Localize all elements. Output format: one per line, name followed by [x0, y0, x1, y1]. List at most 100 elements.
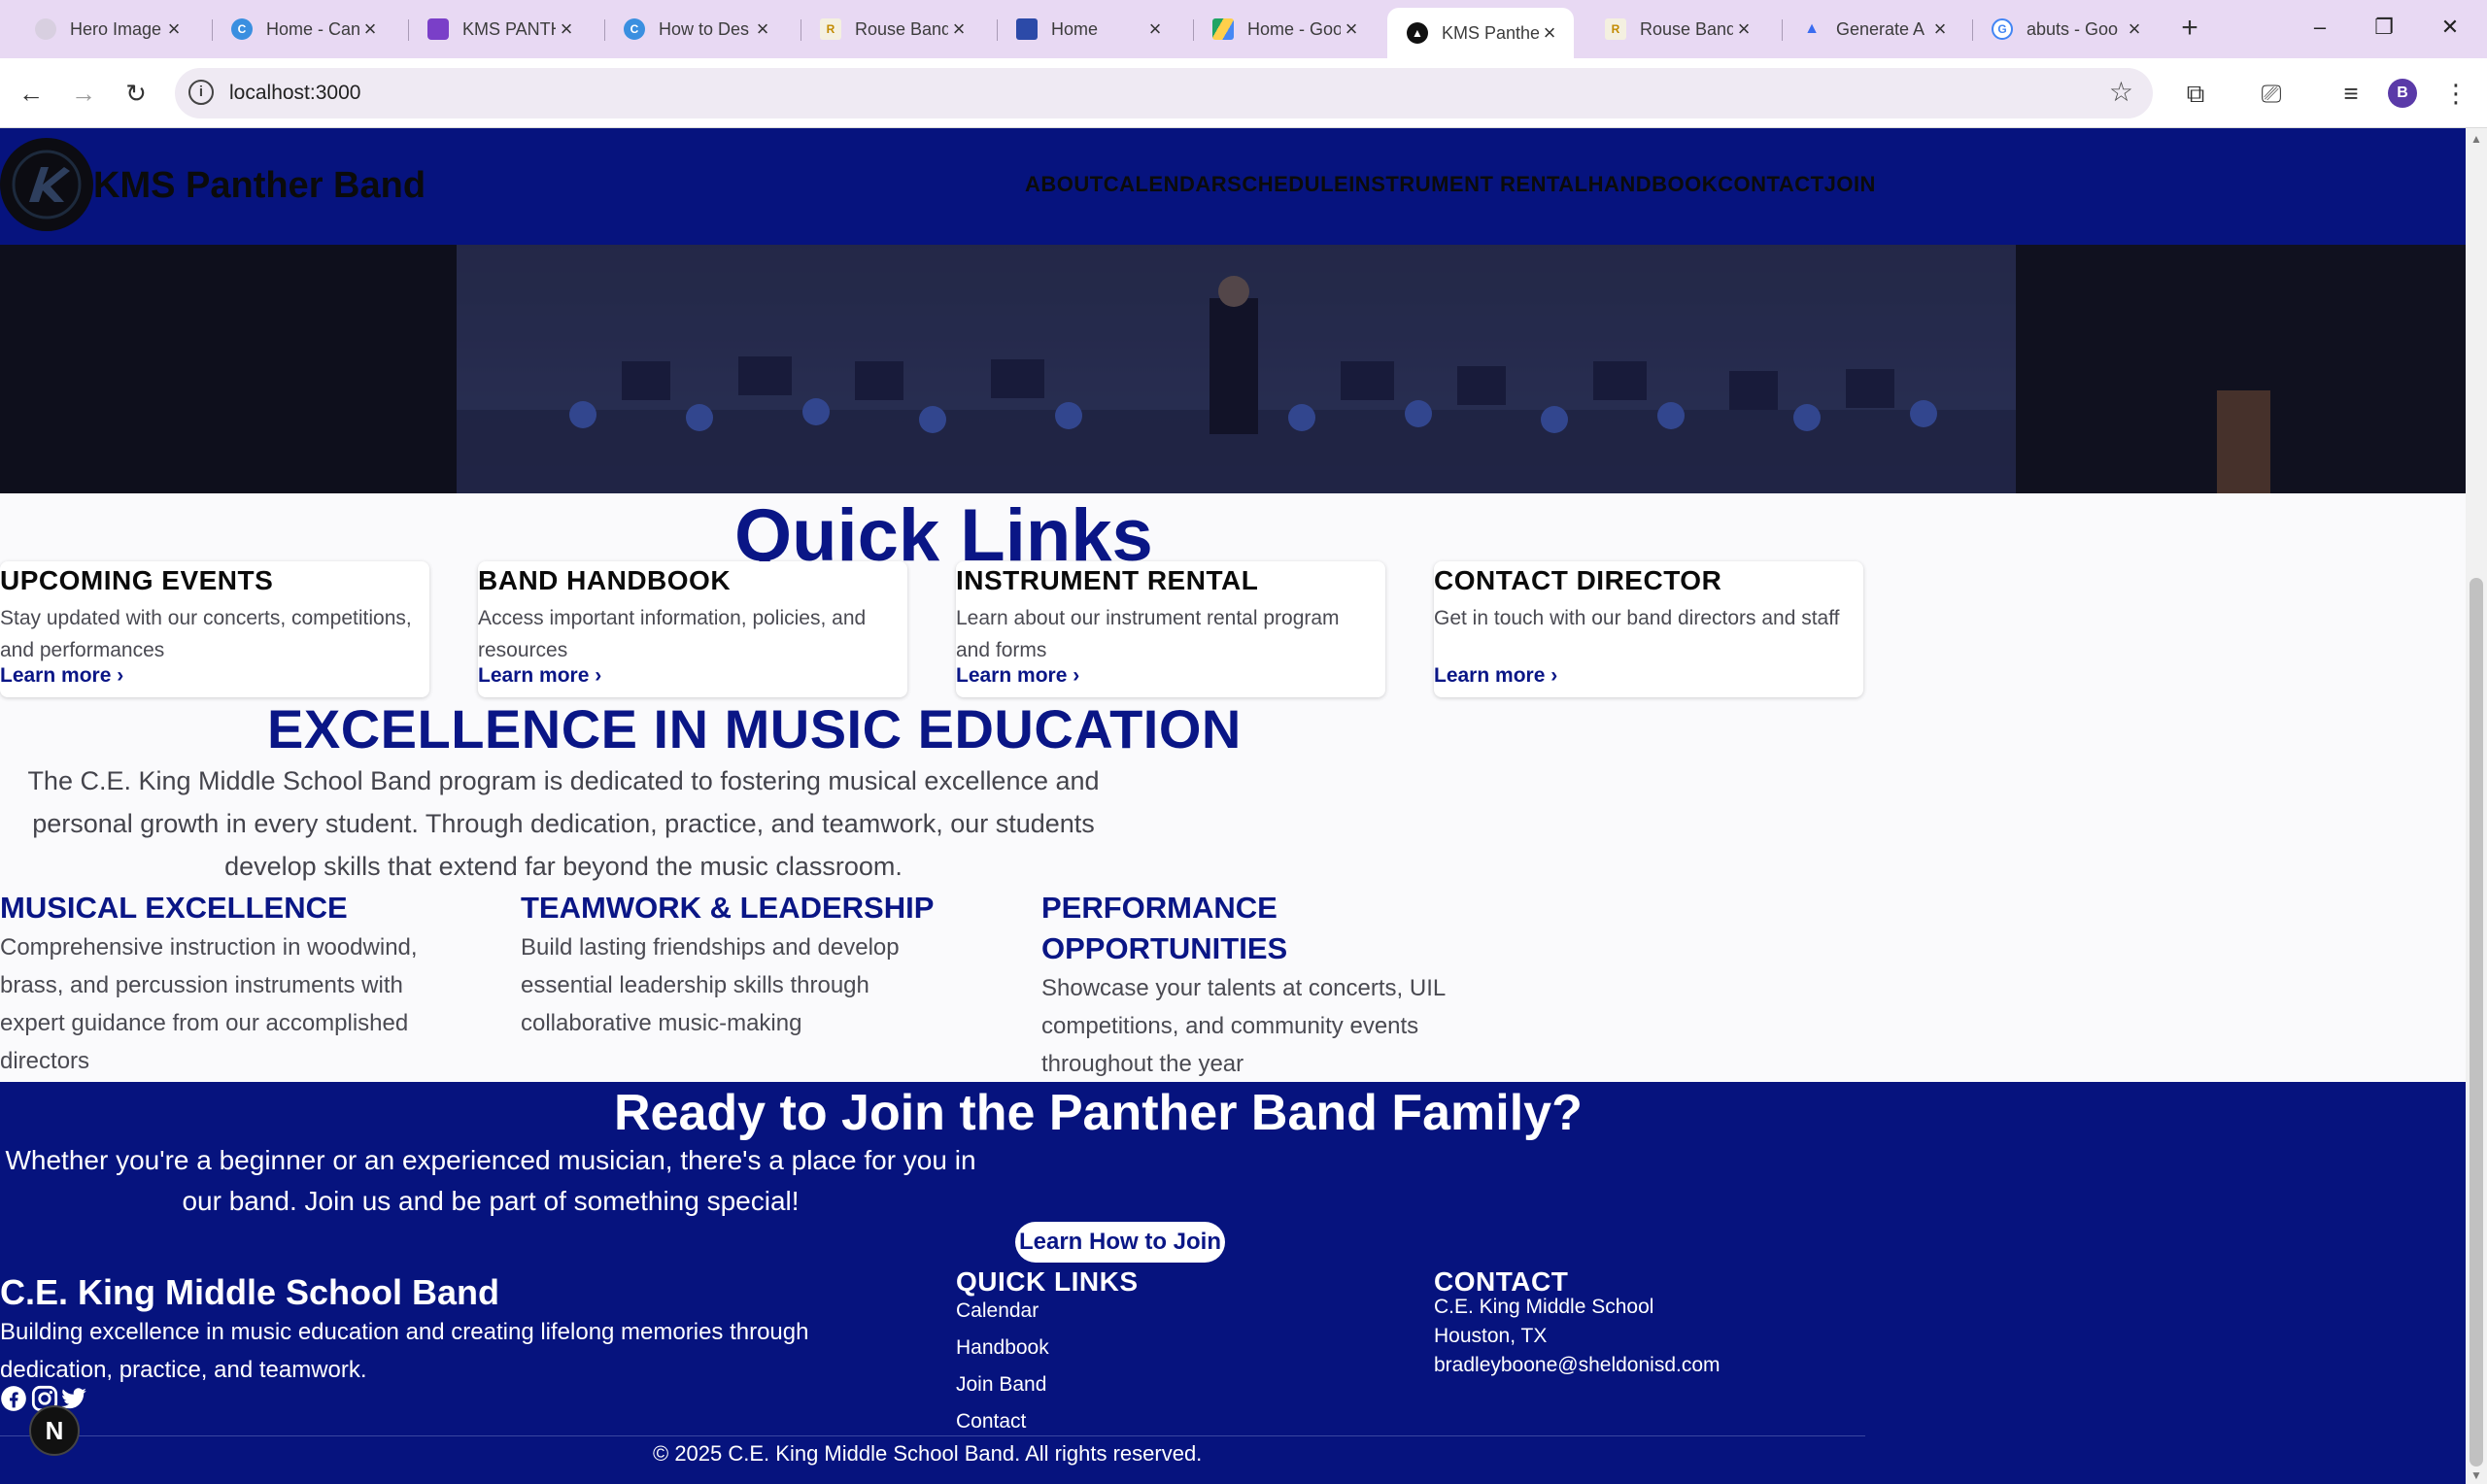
close-icon[interactable]: ×: [948, 17, 970, 42]
contact-email[interactable]: bradleyboone@sheldonisd.com: [1434, 1354, 1720, 1377]
browser-tab[interactable]: ▲ Generate A ×: [1782, 10, 1964, 49]
scroll-up-arrow-icon[interactable]: ▲: [2470, 132, 2482, 146]
close-icon[interactable]: ×: [556, 17, 577, 42]
triangle-blue-icon: ▲: [1804, 20, 1820, 37]
new-tab-button[interactable]: +: [2172, 12, 2207, 47]
footer-link-handbook[interactable]: Handbook: [956, 1336, 1049, 1360]
close-icon[interactable]: ×: [163, 17, 185, 42]
browser-tab[interactable]: Home ×: [997, 10, 1179, 49]
feature-title: TEAMWORK & LEADERSHIP: [521, 891, 935, 925]
close-icon[interactable]: ×: [1539, 20, 1560, 46]
nav-contact[interactable]: CONTACT: [1718, 172, 1823, 197]
card-description: Access important information, policies, …: [478, 607, 867, 661]
nextjs-dev-badge[interactable]: N: [29, 1405, 80, 1456]
excellence-body: The C.E. King Middle School Band program…: [27, 766, 1100, 881]
tab-title: KMS PANTH: [462, 18, 556, 39]
quick-link-card[interactable]: INSTRUMENT RENTAL Learn about our instru…: [956, 561, 1385, 697]
tab-title: Rouse Band: [1640, 18, 1733, 39]
footer-description: Building excellence in music education a…: [0, 1319, 809, 1383]
back-button[interactable]: ←: [10, 72, 52, 115]
browser-tab[interactable]: KMS PANTH ×: [408, 10, 591, 49]
close-icon[interactable]: ×: [2124, 17, 2145, 42]
forward-button[interactable]: →: [62, 72, 105, 115]
footer-link-join-band[interactable]: Join Band: [956, 1373, 1046, 1397]
browser-tab[interactable]: Hero Image ×: [16, 10, 198, 49]
browser-tab[interactable]: C Home - Can ×: [212, 10, 394, 49]
hero-image: [0, 245, 2466, 493]
facebook-icon[interactable]: [0, 1385, 27, 1412]
learn-more-link[interactable]: Learn more ›: [478, 664, 601, 688]
quick-link-card[interactable]: CONTACT DIRECTOR Get in touch with our b…: [1434, 561, 1863, 697]
quick-link-card[interactable]: UPCOMING EVENTS Stay updated with our co…: [0, 561, 429, 697]
browser-tab[interactable]: R Rouse Band ×: [801, 10, 983, 49]
scrollbar-thumb[interactable]: [2470, 578, 2483, 1467]
google-g-icon: G: [1992, 18, 2013, 40]
close-icon[interactable]: ×: [1144, 17, 1166, 42]
feature-item: PERFORMANCE OPPORTUNITIES Showcase your …: [1041, 888, 1498, 1083]
learn-how-to-join-button[interactable]: Learn How to Join: [1015, 1222, 1225, 1263]
footer-quick-links-heading: QUICK LINKS: [956, 1266, 1139, 1297]
band-page-icon: R: [820, 18, 841, 40]
site-info-icon[interactable]: i: [188, 80, 214, 105]
nav-calendar[interactable]: CALENDAR: [1104, 172, 1227, 197]
main-nav: ABOUT CALENDAR SCHEDULE INSTRUMENT RENTA…: [1025, 172, 1876, 197]
feature-description: Build lasting friendships and develop es…: [521, 934, 900, 1036]
browser-tab[interactable]: C How to Des ×: [604, 10, 787, 49]
tab-title: Hero Image: [70, 18, 162, 39]
cta-title: Ready to Join the Panther Band Family?: [614, 1085, 1583, 1141]
nav-instrument-rental[interactable]: INSTRUMENT RENTAL: [1348, 172, 1587, 197]
minimize-button[interactable]: –: [2291, 8, 2349, 47]
nav-join[interactable]: JOIN: [1824, 172, 1876, 197]
browser-tab-active[interactable]: ▲ KMS Panthe ×: [1387, 8, 1574, 58]
browser-menu-icon[interactable]: ⋮: [2436, 74, 2475, 113]
card-description: Get in touch with our band directors and…: [1434, 607, 1840, 629]
tab-title: abuts - Goo: [2027, 18, 2119, 39]
close-icon[interactable]: ×: [1341, 17, 1362, 42]
footer-link-contact[interactable]: Contact: [956, 1410, 1026, 1433]
close-icon[interactable]: ×: [1733, 17, 1755, 42]
footer-link-calendar[interactable]: Calendar: [956, 1299, 1039, 1323]
cast-search-icon[interactable]: ⎚: [2252, 74, 2291, 113]
feature-description: Showcase your talents at concerts, UIL c…: [1041, 975, 1446, 1077]
media-controls-icon[interactable]: ≡: [2332, 74, 2370, 113]
band-page-icon: R: [1605, 18, 1626, 40]
restore-button[interactable]: ❐: [2355, 8, 2413, 47]
nav-schedule[interactable]: SCHEDULE: [1227, 172, 1348, 197]
url-text: localhost:3000: [229, 82, 361, 104]
quick-link-card[interactable]: BAND HANDBOOK Access important informati…: [478, 561, 907, 697]
profile-avatar[interactable]: B: [2388, 79, 2417, 108]
learn-more-link[interactable]: Learn more ›: [956, 664, 1079, 688]
join-cta-section: Ready to Join the Panther Band Family? W…: [0, 1082, 2466, 1484]
page-viewport: KMS Panther Band ABOUT CALENDAR SCHEDULE…: [0, 128, 2466, 1484]
browser-tab[interactable]: R Rouse Band ×: [1585, 10, 1768, 49]
tab-title: KMS Panthe: [1442, 22, 1539, 43]
scroll-down-arrow-icon[interactable]: ▼: [2470, 1468, 2482, 1482]
close-icon[interactable]: ×: [1929, 17, 1951, 42]
close-icon[interactable]: ×: [752, 17, 773, 42]
learn-more-link[interactable]: Learn more ›: [1434, 664, 1557, 688]
footer-school-name: C.E. King Middle School Band: [0, 1272, 500, 1312]
panther-logo[interactable]: [0, 138, 93, 231]
browser-tab[interactable]: Home - Goo ×: [1193, 10, 1376, 49]
close-icon[interactable]: ×: [359, 17, 381, 42]
google-drive-icon: [1212, 18, 1234, 40]
panther-logo-icon: [12, 150, 82, 219]
reload-button[interactable]: ↻: [115, 72, 157, 115]
browser-tab[interactable]: G abuts - Goo ×: [1972, 10, 2159, 49]
close-window-button[interactable]: ✕: [2421, 8, 2479, 47]
extensions-icon[interactable]: ⧉: [2176, 74, 2215, 113]
band-concert-photo: [0, 245, 2466, 493]
learn-more-link[interactable]: Learn more ›: [0, 664, 123, 688]
card-description: Learn about our instrument rental progra…: [956, 607, 1340, 661]
card-title: BAND HANDBOOK: [478, 565, 732, 595]
nav-about[interactable]: ABOUT: [1025, 172, 1104, 197]
bookmark-star-icon[interactable]: ☆: [2109, 76, 2133, 108]
address-bar[interactable]: i localhost:3000 ☆: [175, 68, 2153, 118]
card-description: Stay updated with our concerts, competit…: [0, 607, 412, 661]
nav-handbook[interactable]: HANDBOOK: [1588, 172, 1719, 197]
footer-divider: [0, 1435, 1865, 1436]
site-header: KMS Panther Band ABOUT CALENDAR SCHEDULE…: [0, 128, 2466, 245]
tab-title: How to Des: [659, 18, 750, 39]
site-brand[interactable]: KMS Panther Band: [93, 165, 426, 207]
tab-title: Rouse Band: [855, 18, 948, 39]
